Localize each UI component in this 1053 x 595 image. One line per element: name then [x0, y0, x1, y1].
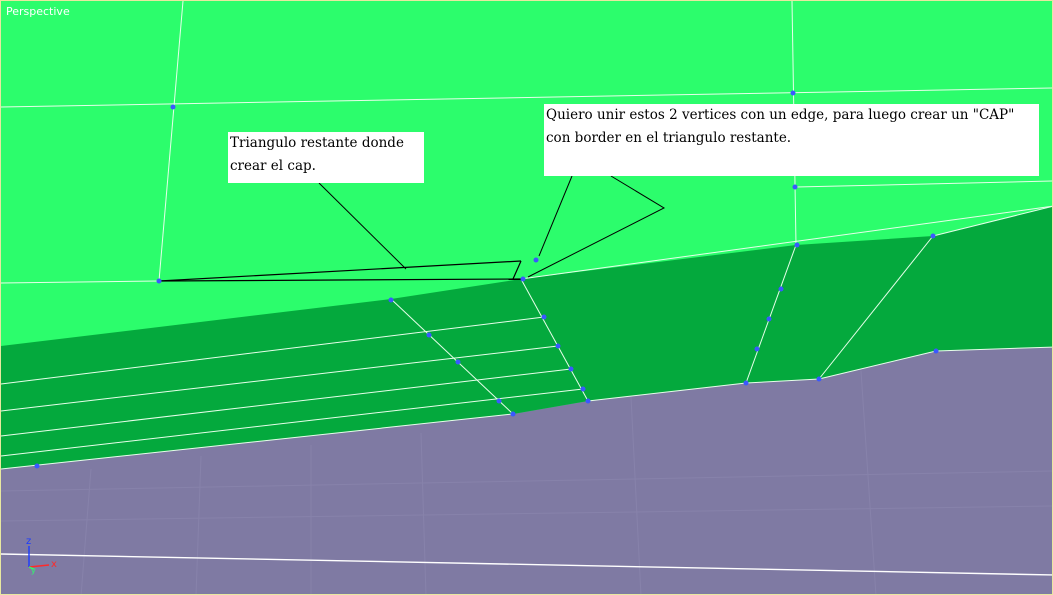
- vertex-dot[interactable]: [510, 411, 516, 417]
- vertex-dot[interactable]: [555, 343, 561, 349]
- vertex-dot[interactable]: [496, 398, 502, 404]
- vertex-dot[interactable]: [426, 332, 432, 338]
- vertex-dot[interactable]: [585, 398, 591, 404]
- vertex-dot[interactable]: [778, 286, 784, 292]
- vertex-dot[interactable]: [754, 346, 760, 352]
- vertex-dot[interactable]: [568, 366, 574, 372]
- annotation-left-note: Triangulo restante donde crear el cap.: [228, 132, 424, 183]
- vertex-dot[interactable]: [933, 348, 939, 354]
- vertex-dot[interactable]: [533, 257, 539, 263]
- vertex-dot[interactable]: [541, 314, 547, 320]
- axis-y-label: y: [31, 566, 36, 575]
- viewport-label[interactable]: Perspective: [6, 5, 70, 18]
- axis-x-label: x: [51, 559, 57, 570]
- vertex-dot[interactable]: [794, 242, 800, 248]
- vertex-dot[interactable]: [156, 278, 162, 284]
- vertex-dot[interactable]: [170, 104, 176, 110]
- scene-canvas[interactable]: z x y: [1, 1, 1053, 595]
- vertex-dot[interactable]: [790, 90, 796, 96]
- annotation-right-note: Quiero unir estos 2 vertices con un edge…: [544, 104, 1039, 176]
- vertex-dot[interactable]: [388, 297, 394, 303]
- vertex-dot[interactable]: [34, 463, 40, 469]
- vertex-dot[interactable]: [743, 380, 749, 386]
- vertex-dot[interactable]: [930, 233, 936, 239]
- vertex-dot[interactable]: [766, 316, 772, 322]
- vertex-dot[interactable]: [520, 276, 526, 282]
- axis-z-label: z: [26, 536, 31, 547]
- vertex-dot[interactable]: [816, 376, 822, 382]
- perspective-viewport[interactable]: z x y Perspective Triangulo restante don…: [0, 0, 1053, 595]
- vertex-dot[interactable]: [580, 386, 586, 392]
- vertex-dot[interactable]: [792, 184, 798, 190]
- vertex-dot[interactable]: [455, 359, 461, 365]
